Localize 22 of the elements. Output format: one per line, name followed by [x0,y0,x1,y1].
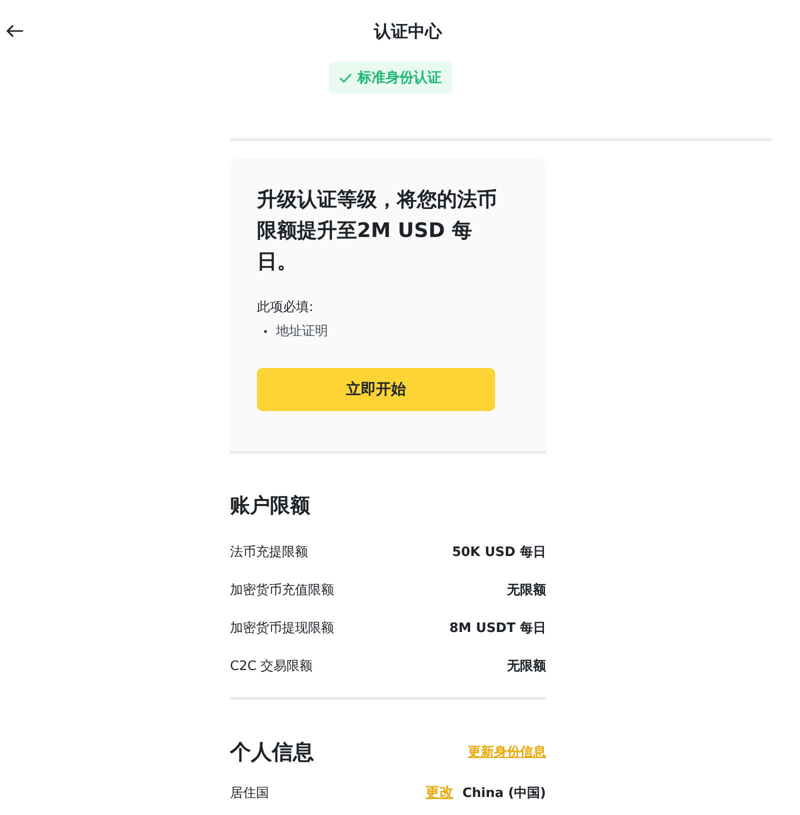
section-title: 个人信息 [230,739,314,766]
section-title: 账户限额 [230,492,311,519]
page-title: 认证中心 [374,20,442,42]
change-link[interactable]: 更改 [425,784,454,802]
update-info-link[interactable]: 更新身份信息 [468,743,546,761]
required-item: 地址证明 [257,322,519,340]
limit-label: 加密货币提现限额 [230,620,334,637]
limit-label: 法币充提限额 [230,544,308,561]
limit-value: 8M USDT 每日 [449,620,546,637]
upgrade-heading: 升级认证等级，将您的法币限额提升至2M USD 每日。 [257,186,498,275]
info-label: 居住国 [230,785,269,802]
limit-value: 无限额 [507,658,546,675]
verification-badge: 标准身份认证 [328,62,452,94]
start-button[interactable]: 立即开始 [257,368,495,411]
required-label: 此项必填: [257,299,314,316]
limit-value: 50K USD 每日 [452,544,546,561]
check-icon [338,73,352,83]
info-value: China (中国) [462,785,546,802]
limit-label: C2C 交易限额 [230,658,313,675]
limit-label: 加密货币充值限额 [230,582,334,599]
limit-value: 无限额 [507,582,546,599]
back-arrow-icon[interactable] [6,24,24,38]
